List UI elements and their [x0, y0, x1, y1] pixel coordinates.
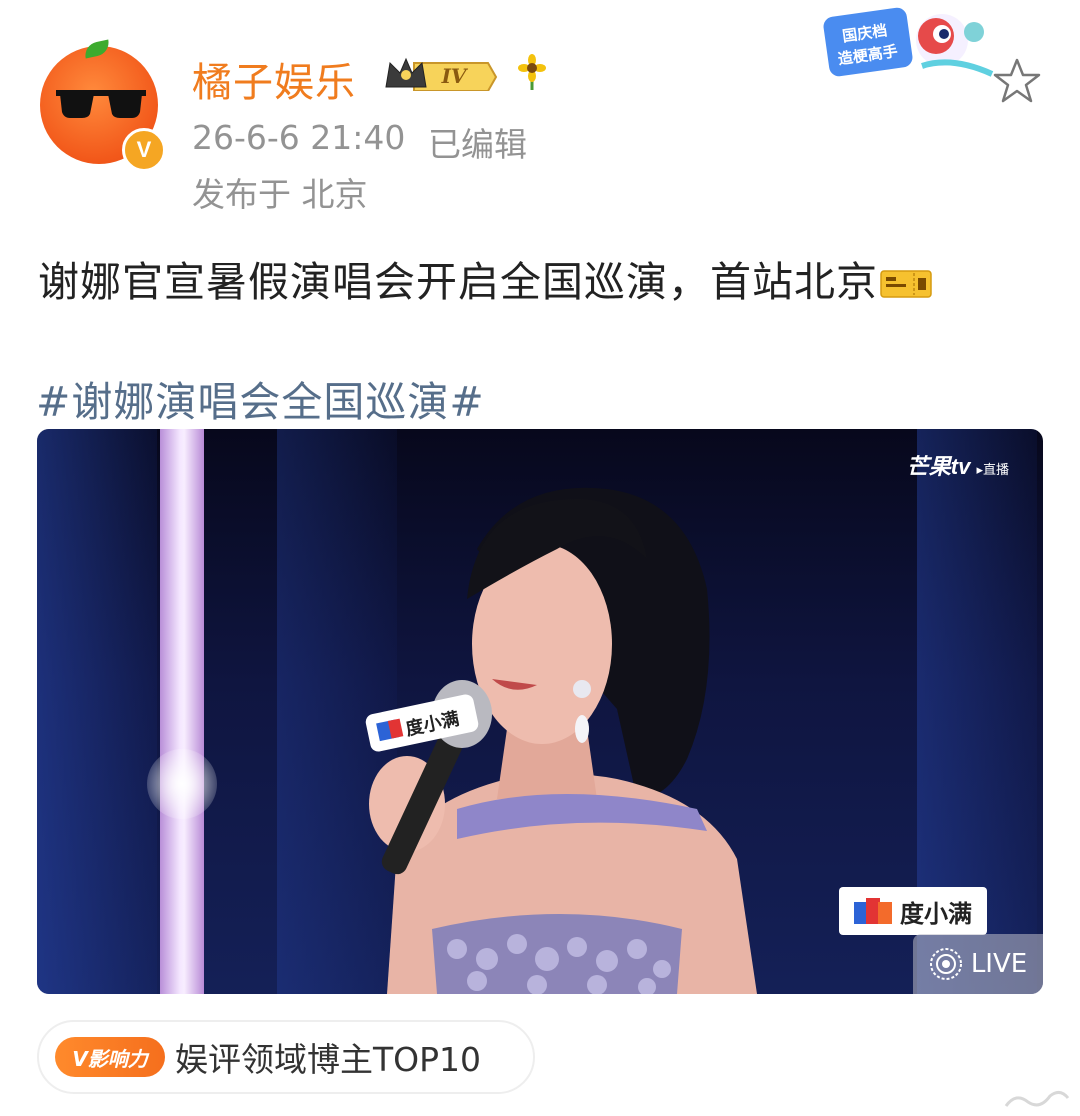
hashtag-link[interactable]: #谢娜演唱会全国巡演#	[36, 368, 485, 428]
verified-v-icon: V	[122, 128, 166, 172]
post-video[interactable]: 度小满 芒果tv ▸直播 度小满 LIVE	[37, 429, 1043, 994]
favorite-star-icon[interactable]	[992, 56, 1042, 106]
influence-text: 娱评领域博主TOP10	[175, 1040, 482, 1079]
watermark-text: 芒果tv	[906, 454, 971, 479]
post-location: 发布于 北京	[192, 175, 368, 214]
post-text: 谢娜官宣暑假演唱会开启全国巡演，首站北京	[38, 248, 932, 308]
post-text-content: 谢娜官宣暑假演唱会开启全国巡演，首站北京	[38, 258, 878, 306]
live-icon	[929, 948, 962, 980]
edited-label[interactable]: 已编辑	[428, 118, 527, 166]
v-influence-badge: V影响力	[55, 1037, 165, 1077]
influence-badge-pill[interactable]: V影响力 娱评领域博主TOP10	[37, 1020, 535, 1094]
ticket-icon	[880, 270, 932, 298]
sponsor-text: 度小满	[900, 899, 972, 928]
corner-watermark	[1004, 1091, 1070, 1107]
promo-sticker[interactable]: 国庆档 造梗高手	[822, 6, 1004, 88]
level-badge-label: IV	[441, 64, 469, 88]
mango-tv-watermark: 芒果tv ▸直播	[907, 449, 1009, 481]
sunglasses-icon	[56, 90, 146, 118]
live-badge[interactable]: LIVE	[913, 934, 1043, 994]
sunflower-icon	[514, 54, 550, 98]
duxiaoman-logo-icon	[854, 898, 892, 924]
post-timestamp: 26-6-6 21:40	[192, 118, 406, 157]
leaf-icon	[82, 39, 112, 59]
crown-level-icon: IV	[385, 57, 498, 91]
avatar[interactable]: V	[40, 39, 166, 172]
sponsor-logo-box: 度小满	[839, 887, 987, 935]
live-label: LIVE	[970, 949, 1028, 979]
watermark-sub: ▸直播	[976, 462, 1009, 477]
username[interactable]: 橘子娱乐	[192, 50, 356, 108]
